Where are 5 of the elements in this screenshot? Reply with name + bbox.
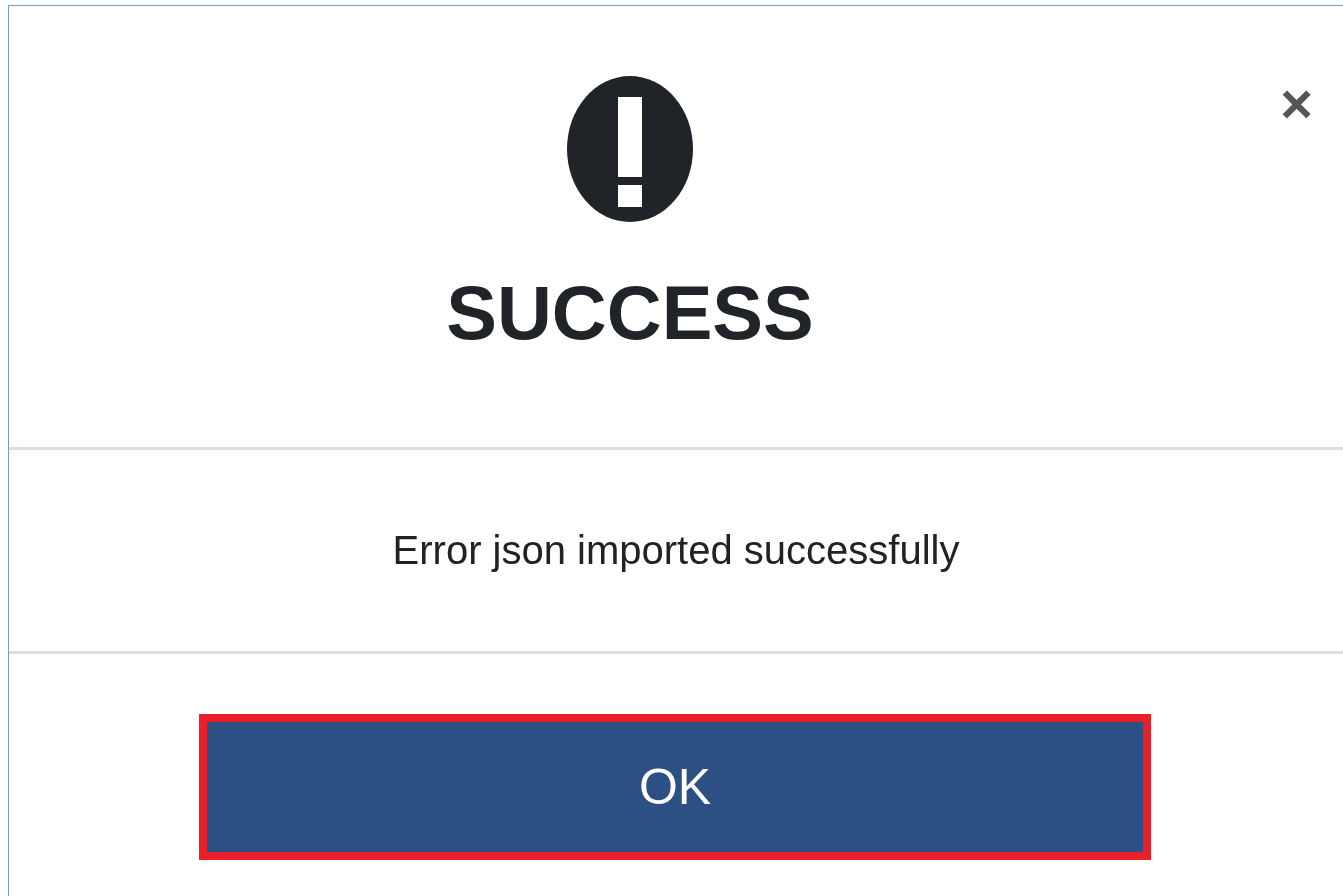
close-button[interactable]: × bbox=[1280, 76, 1313, 132]
ok-button[interactable]: OK bbox=[199, 714, 1151, 860]
dialog-message: Error json imported successfully bbox=[392, 528, 960, 573]
dialog-title: SUCCESS bbox=[446, 275, 814, 351]
exclamation-icon bbox=[566, 75, 694, 223]
